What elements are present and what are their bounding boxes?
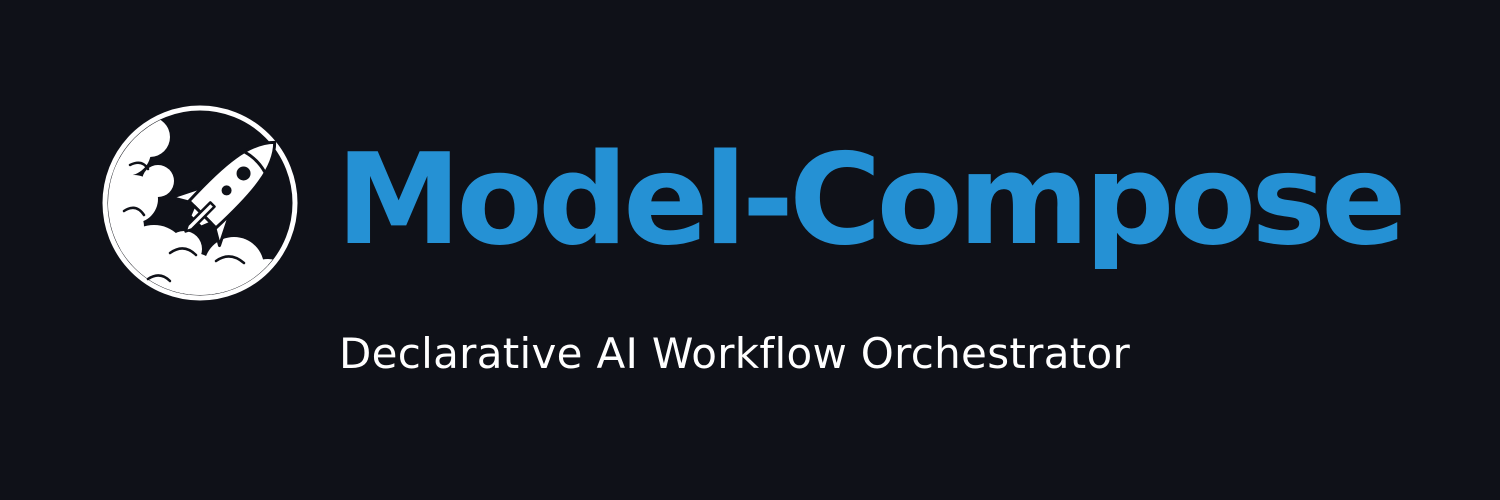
product-title: Model-Compose [336,126,1407,273]
brand-banner: Model-Compose Declarative AI Workflow Or… [0,0,1500,500]
rocket-launch-icon [100,103,300,303]
product-tagline: Declarative AI Workflow Orchestrator [339,329,1131,378]
